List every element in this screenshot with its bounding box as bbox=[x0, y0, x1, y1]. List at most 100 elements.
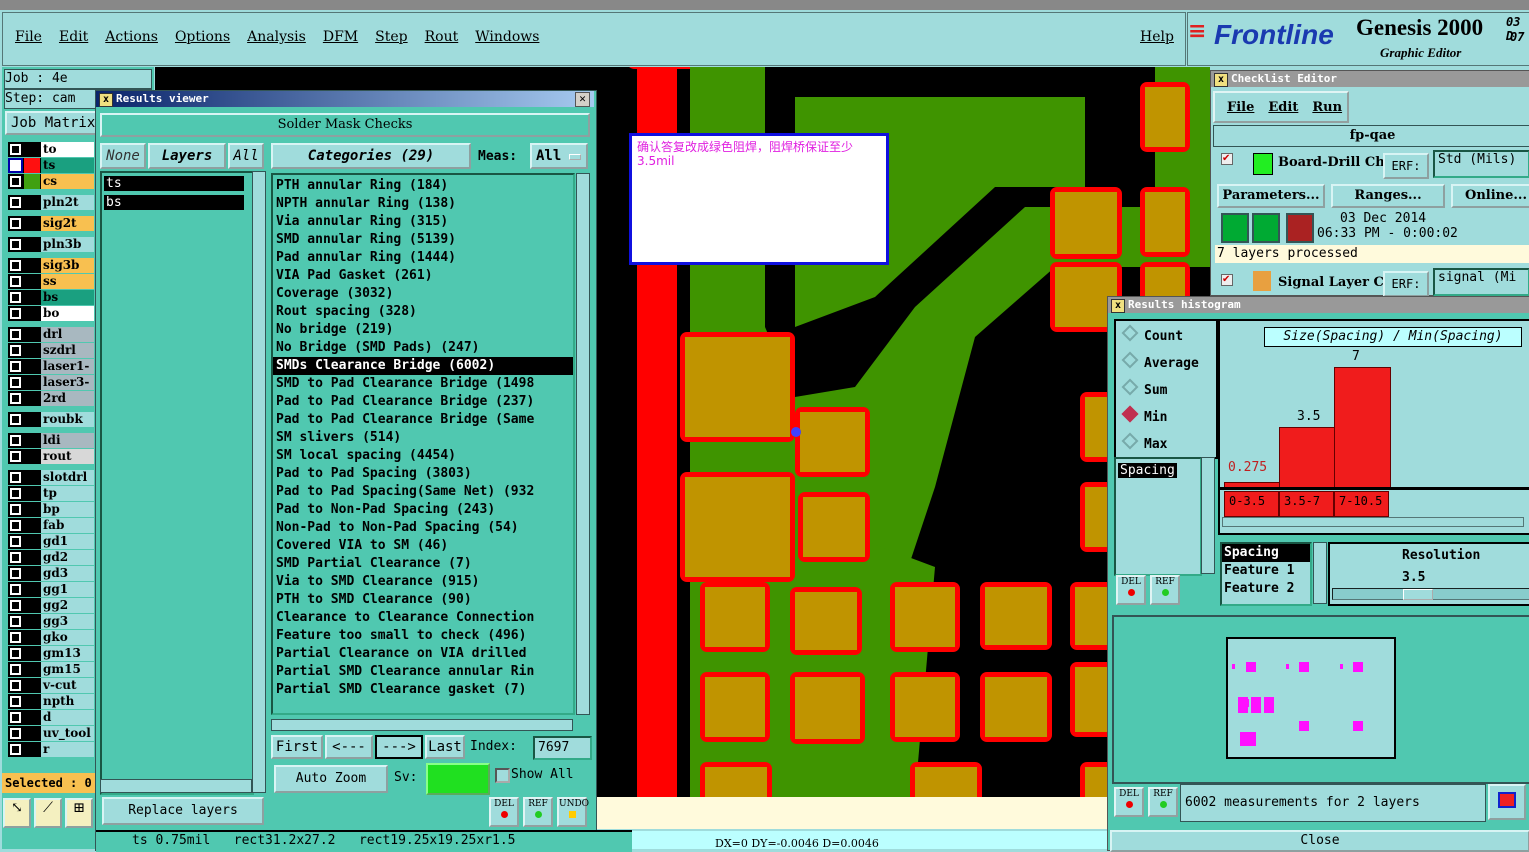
layer-checkbox[interactable] bbox=[10, 728, 21, 739]
layer-row[interactable]: gd1 bbox=[8, 534, 94, 549]
stop-icon[interactable] bbox=[1286, 213, 1314, 243]
layer-checkbox[interactable] bbox=[10, 584, 21, 595]
category-item[interactable]: PTH to SMD Clearance (90) bbox=[273, 591, 573, 609]
layer-row[interactable]: drl bbox=[8, 327, 94, 342]
layer-checkbox[interactable] bbox=[10, 292, 21, 303]
category-scrollbar[interactable] bbox=[576, 173, 590, 715]
histogram-bar[interactable] bbox=[1334, 367, 1391, 489]
auto-zoom-dropdown[interactable]: Auto Zoom bbox=[274, 765, 388, 793]
first-button[interactable]: First bbox=[271, 735, 323, 759]
layer-checkbox[interactable] bbox=[10, 218, 21, 229]
attribute-scrollbar[interactable] bbox=[1201, 457, 1215, 574]
layer-checkbox[interactable] bbox=[10, 276, 21, 287]
layer-checkbox[interactable] bbox=[10, 377, 21, 388]
category-item[interactable]: PTH annular Ring (184) bbox=[273, 177, 573, 195]
layer-checkbox[interactable] bbox=[10, 239, 21, 250]
layer-row[interactable]: laser1- bbox=[8, 359, 94, 374]
meas-dropdown[interactable]: All bbox=[530, 143, 588, 169]
measure-button[interactable]: ⟋ bbox=[34, 798, 62, 828]
ref-button[interactable]: REF bbox=[523, 797, 553, 827]
layer-row[interactable]: bo bbox=[8, 306, 94, 321]
layer-checkbox[interactable] bbox=[10, 520, 21, 531]
show-all-checkbox[interactable] bbox=[495, 768, 510, 783]
replace-layers-dropdown[interactable]: Replace layers bbox=[102, 797, 264, 825]
layer-row[interactable]: rout bbox=[8, 449, 94, 464]
category-hscrollbar[interactable] bbox=[271, 719, 573, 731]
feature-list-item[interactable]: Spacing bbox=[1222, 544, 1310, 562]
category-item[interactable]: SMD Partial Clearance (7) bbox=[273, 555, 573, 573]
layer-row[interactable]: gd3 bbox=[8, 566, 94, 581]
checklist-item-name[interactable]: Signal Layer Ch bbox=[1278, 275, 1393, 290]
category-item[interactable]: SM slivers (514) bbox=[273, 429, 573, 447]
last-button[interactable]: Last bbox=[425, 735, 465, 759]
layer-row[interactable]: roubk bbox=[8, 412, 94, 427]
menu-options[interactable]: Options bbox=[175, 29, 230, 45]
del-button[interactable]: DEL bbox=[1114, 787, 1144, 817]
menu-file[interactable]: File bbox=[15, 29, 42, 45]
result-layer-item[interactable]: bs bbox=[104, 195, 244, 210]
resolution-slider[interactable] bbox=[1332, 588, 1529, 600]
category-item[interactable]: Pad to Non-Pad Spacing (243) bbox=[273, 501, 573, 519]
category-item[interactable]: Rout spacing (328) bbox=[273, 303, 573, 321]
layer-checkbox[interactable] bbox=[10, 414, 21, 425]
layer-row[interactable]: d bbox=[8, 710, 94, 725]
ranges-button[interactable]: Ranges... bbox=[1331, 184, 1445, 208]
layer-checkbox[interactable] bbox=[10, 712, 21, 723]
run-partial-icon[interactable] bbox=[1252, 213, 1280, 243]
layer-row[interactable]: ts bbox=[8, 158, 94, 173]
layer-row[interactable]: bs bbox=[8, 290, 94, 305]
category-item[interactable]: Clearance to Clearance Connection bbox=[273, 609, 573, 627]
layer-row[interactable]: to bbox=[8, 142, 94, 157]
category-item[interactable]: NPTH annular Ring (138) bbox=[273, 195, 573, 213]
layer-list-scrollbar[interactable] bbox=[252, 171, 266, 793]
category-item[interactable]: Pad to Pad Clearance Bridge (237) bbox=[273, 393, 573, 411]
erf-value[interactable]: signal (Mi bbox=[1433, 268, 1529, 296]
index-input[interactable]: 7697 bbox=[533, 736, 592, 760]
layer-row[interactable]: gm15 bbox=[8, 662, 94, 677]
grid-button[interactable]: ⊞ bbox=[65, 798, 93, 828]
menu-help[interactable]: Help bbox=[1140, 29, 1174, 45]
layer-row[interactable]: 2rd bbox=[8, 391, 94, 406]
layer-row[interactable]: gko bbox=[8, 630, 94, 645]
layer-row[interactable]: pln2t bbox=[8, 195, 94, 210]
layer-checkbox[interactable] bbox=[10, 329, 21, 340]
mode-radio-count[interactable]: Count bbox=[1121, 324, 1183, 344]
layer-row[interactable]: gg3 bbox=[8, 614, 94, 629]
checklist-item-name[interactable]: Board-Drill Che bbox=[1278, 155, 1393, 170]
layer-checkbox[interactable] bbox=[10, 260, 21, 271]
category-item[interactable]: SMDs Clearance Bridge (6002) bbox=[273, 357, 573, 375]
layer-row[interactable]: fab bbox=[8, 518, 94, 533]
select-all-button[interactable]: All bbox=[228, 143, 264, 169]
layer-checkbox[interactable] bbox=[10, 361, 21, 372]
chart-hscrollbar[interactable] bbox=[1222, 517, 1524, 527]
attribute-item[interactable]: Spacing bbox=[1118, 463, 1177, 478]
histogram-bar[interactable] bbox=[1279, 427, 1336, 489]
del-button[interactable]: DEL bbox=[489, 797, 519, 827]
layer-checkbox[interactable] bbox=[10, 632, 21, 643]
layer-row[interactable]: gm13 bbox=[8, 646, 94, 661]
feature-list-item[interactable]: Feature 2 bbox=[1222, 580, 1310, 598]
layer-row[interactable]: sig2t bbox=[8, 216, 94, 231]
del-button[interactable]: DEL bbox=[1116, 575, 1146, 605]
attribute-list[interactable]: Spacing bbox=[1114, 457, 1202, 576]
menu-actions[interactable]: Actions bbox=[105, 29, 158, 45]
erf-button[interactable]: ERF: bbox=[1383, 153, 1429, 179]
layer-row[interactable]: slotdrl bbox=[8, 470, 94, 485]
layer-checkbox[interactable] bbox=[10, 504, 21, 515]
layer-row[interactable]: v-cut bbox=[8, 678, 94, 693]
layer-checkbox[interactable] bbox=[10, 144, 21, 155]
mode-radio-average[interactable]: Average bbox=[1121, 351, 1199, 371]
next-button[interactable]: ---> bbox=[375, 735, 423, 759]
category-item[interactable]: SMD to Pad Clearance Bridge (1498 bbox=[273, 375, 573, 393]
layer-checkbox[interactable] bbox=[10, 451, 21, 462]
category-item[interactable]: No Bridge (SMD Pads) (247) bbox=[273, 339, 573, 357]
layer-list-hscrollbar[interactable] bbox=[100, 779, 252, 793]
histogram-chart[interactable]: Size(Spacing) / Min(Spacing) 0.275 0-3.5 3… bbox=[1218, 319, 1529, 535]
category-item[interactable]: Pad to Pad Clearance Bridge (Same bbox=[273, 411, 573, 429]
layer-checkbox[interactable] bbox=[10, 536, 21, 547]
feature-list-item[interactable]: Feature 1 bbox=[1222, 562, 1310, 580]
prev-button[interactable]: <--- bbox=[325, 735, 373, 759]
category-item[interactable]: VIA Pad Gasket (261) bbox=[273, 267, 573, 285]
category-item[interactable]: Partial SMD Clearance annular Rin bbox=[273, 663, 573, 681]
menu-windows[interactable]: Windows bbox=[475, 29, 539, 45]
